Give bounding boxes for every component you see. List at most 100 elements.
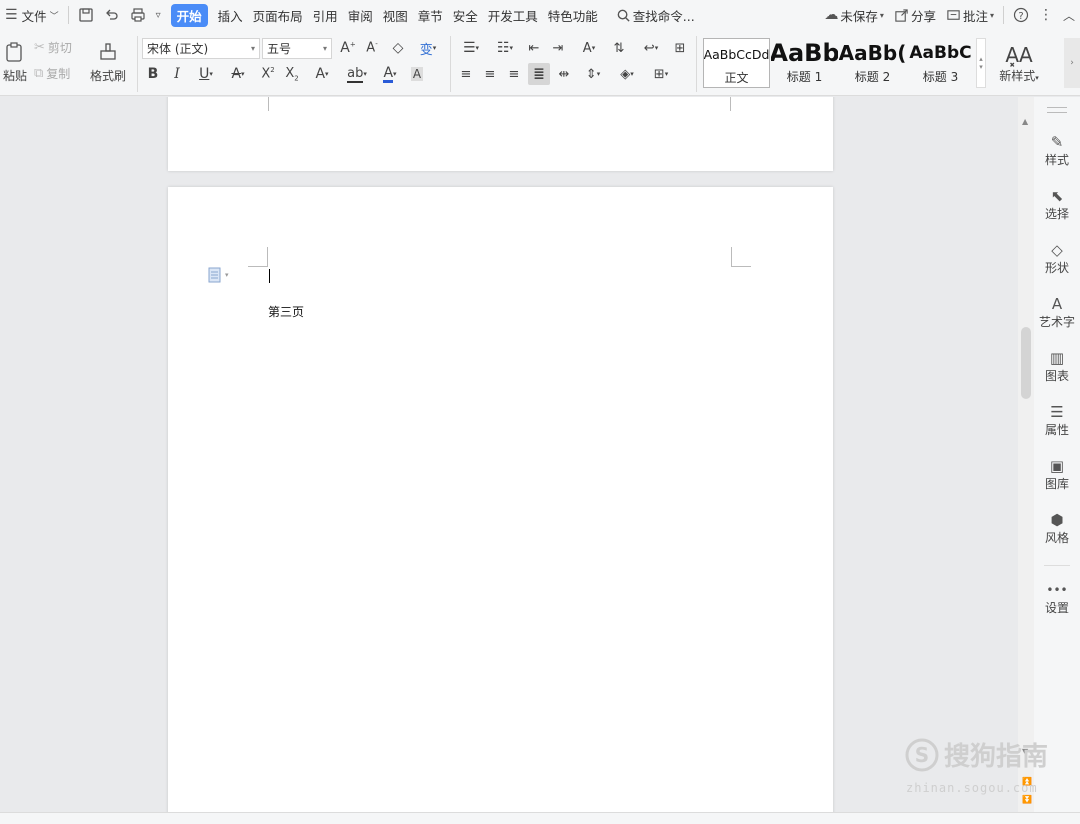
style-heading-2[interactable]: AaBb( 标题 2: [839, 38, 906, 88]
sidebar-item-settings[interactable]: ••• 设置: [1034, 581, 1080, 616]
shrink-font-button[interactable]: A-: [362, 38, 382, 58]
share-button[interactable]: 分享: [889, 0, 941, 30]
current-page[interactable]: ▾ 第三页: [168, 187, 833, 812]
sidebar-item-label: 形状: [1044, 261, 1069, 275]
font-color-button[interactable]: A ▾: [376, 64, 404, 84]
style-normal[interactable]: AaBbCcDd 正文: [703, 38, 770, 88]
collapse-ribbon-button[interactable]: ︿: [1058, 0, 1080, 30]
cloud-icon: ☁: [824, 7, 839, 23]
superscript-button[interactable]: X2: [258, 64, 278, 84]
save-button[interactable]: [73, 0, 99, 30]
cut-button[interactable]: ✂ 剪切: [34, 38, 72, 56]
style-heading-1[interactable]: AaBb 标题 1: [771, 38, 838, 88]
paragraph-options-button[interactable]: ▾: [208, 267, 229, 283]
tab-start[interactable]: 开始: [166, 0, 213, 30]
dropdown-arrow-icon: ▾: [322, 44, 327, 53]
tab-page-layout[interactable]: 页面布局: [248, 0, 308, 30]
scrollbar-thumb[interactable]: [1021, 327, 1031, 399]
decrease-indent-button[interactable]: ⇤: [524, 38, 544, 58]
sort-button[interactable]: ⇅: [608, 38, 630, 58]
vertical-scrollbar[interactable]: ▲ ▼ ⏫ ⏬: [1018, 97, 1034, 812]
search-command[interactable]: 查找命令...: [611, 0, 700, 30]
ribbon-toolbar: 粘贴 ✂ 剪切 ⧉ 复制 格式刷 宋体 (正文) ▾ 五号 ▾ A+ A- ◇ …: [0, 30, 1080, 96]
new-style-button[interactable]: A͓A 新样式▾: [992, 38, 1046, 88]
strikethrough-button[interactable]: A ▾: [224, 64, 252, 84]
ribbon-next-button[interactable]: ›: [1064, 38, 1080, 88]
panel-handle[interactable]: [1047, 107, 1067, 113]
increase-indent-button[interactable]: ⇥: [548, 38, 568, 58]
undo-button[interactable]: [99, 0, 125, 30]
tab-references[interactable]: 引用: [308, 0, 343, 30]
char-shading-button[interactable]: A: [408, 64, 426, 84]
svg-text:S: S: [915, 743, 929, 767]
sidebar-item-chart[interactable]: ▥ 图表: [1034, 349, 1080, 384]
watermark: S 搜狗指南 zhinan.sogou.com: [904, 736, 1064, 806]
sidebar-item-styles[interactable]: ✎ 样式: [1034, 133, 1080, 168]
italic-button[interactable]: I: [168, 64, 186, 84]
sidebar-item-theme[interactable]: ⬢ 风格: [1034, 511, 1080, 546]
distributed-button[interactable]: ⇹: [554, 64, 574, 84]
clear-format-button[interactable]: ◇: [388, 38, 408, 58]
font-size-select[interactable]: 五号 ▾: [262, 38, 332, 59]
numbered-list-button[interactable]: ☷ ▾: [490, 38, 520, 58]
sogou-logo-icon: S: [905, 738, 939, 771]
highlight-button[interactable]: ab ▾: [342, 64, 372, 84]
sidebar-item-select[interactable]: ⬉ 选择: [1034, 187, 1080, 222]
pen-icon: ✎: [1050, 133, 1064, 151]
border-icon: ⊞: [653, 66, 665, 82]
align-center-button[interactable]: ≡: [480, 64, 500, 84]
copy-button[interactable]: ⧉ 复制: [34, 64, 70, 82]
tab-features[interactable]: 特色功能: [543, 0, 603, 30]
highlight-icon: ab: [347, 65, 364, 83]
font-name-select[interactable]: 宋体 (正文) ▾: [142, 38, 260, 59]
scroll-up-arrow-icon[interactable]: ▲: [1022, 117, 1028, 126]
align-left-button[interactable]: ≡: [456, 64, 476, 84]
change-case-button[interactable]: A ▾: [574, 38, 604, 58]
dropdown-arrow-icon: ▾: [432, 44, 437, 52]
page-body-text[interactable]: 第三页: [268, 303, 304, 320]
table-insert-button[interactable]: ⊞: [670, 38, 690, 58]
undo-icon: [105, 9, 118, 20]
line-break-button[interactable]: ↩ ▾: [636, 38, 666, 58]
bold-icon: B: [147, 66, 159, 82]
sidebar-item-label: 样式: [1044, 153, 1069, 167]
borders-button[interactable]: ⊞ ▾: [646, 64, 676, 84]
tab-developer[interactable]: 开发工具: [483, 0, 543, 30]
tab-security[interactable]: 安全: [448, 0, 483, 30]
phonetic-button[interactable]: 变 ▾: [414, 38, 442, 58]
unsaved-status[interactable]: ☁ 未保存 ▾: [819, 0, 889, 30]
sidebar-item-wordart[interactable]: A 艺术字: [1034, 295, 1080, 330]
quick-access-dropdown[interactable]: ▿: [151, 0, 166, 30]
text-effect-button[interactable]: A ▾: [308, 64, 336, 84]
chevron-right-icon: ›: [1070, 58, 1074, 68]
comment-button[interactable]: 批注 ▾: [941, 0, 999, 30]
help-button[interactable]: ?: [1008, 0, 1034, 30]
tab-view[interactable]: 视图: [378, 0, 413, 30]
tab-review[interactable]: 审阅: [343, 0, 378, 30]
tab-section[interactable]: 章节: [413, 0, 448, 30]
print-button[interactable]: [125, 0, 151, 30]
more-options-button[interactable]: ⋮: [1034, 0, 1058, 30]
style-heading-3[interactable]: AaBbC 标题 3: [907, 38, 974, 88]
format-painter-button[interactable]: 格式刷: [87, 36, 129, 88]
sidebar-item-properties[interactable]: ☰ 属性: [1034, 403, 1080, 438]
paste-button[interactable]: 粘贴: [0, 36, 30, 88]
bold-button[interactable]: B: [144, 64, 162, 84]
table-icon: ⊞: [674, 40, 686, 56]
document-area: ▾ 第三页: [0, 97, 1018, 812]
shading-button[interactable]: ◈ ▾: [612, 64, 642, 84]
line-spacing-button[interactable]: ⇕ ▾: [578, 64, 608, 84]
align-right-button[interactable]: ≡: [504, 64, 524, 84]
bullet-list-button[interactable]: ☰ ▾: [456, 38, 486, 58]
justify-button[interactable]: ≣: [528, 63, 550, 85]
file-menu[interactable]: ☰ 文件 ﹀: [0, 0, 64, 30]
sidebar-item-shapes[interactable]: ◇ 形状: [1034, 241, 1080, 276]
underline-button[interactable]: U ▾: [192, 64, 220, 84]
subscript-button[interactable]: X2: [282, 64, 302, 84]
sidebar-item-label: 艺术字: [1038, 315, 1075, 329]
tab-insert[interactable]: 插入: [213, 0, 248, 30]
unsaved-label: 未保存: [840, 8, 878, 24]
sidebar-item-gallery[interactable]: ▣ 图库: [1034, 457, 1080, 492]
style-gallery-scroll[interactable]: ▴ ▾: [976, 38, 986, 88]
grow-font-button[interactable]: A+: [338, 38, 358, 58]
